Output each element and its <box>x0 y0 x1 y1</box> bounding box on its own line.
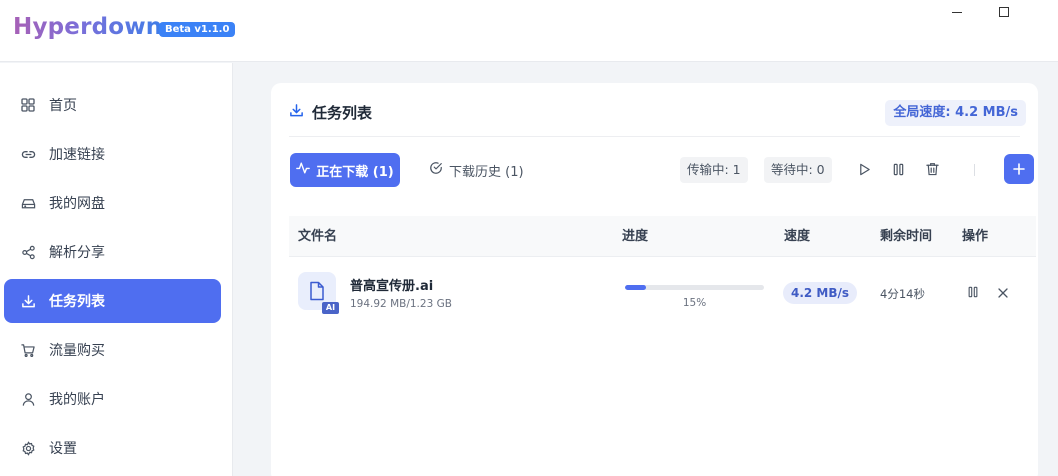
global-speed-badge: 全局速度: 4.2 MB/s <box>885 100 1026 126</box>
close-icon <box>998 283 1008 302</box>
pause-icon <box>892 161 905 180</box>
download-icon <box>20 293 36 309</box>
column-header-actions: 操作 <box>962 229 989 244</box>
activity-icon <box>296 161 316 179</box>
sidebar-item-label: 我的网盘 <box>49 196 105 212</box>
table-row: AI 普高宣传册.ai 194.92 MB/1.23 GB 15% 4.2 MB… <box>289 258 1036 328</box>
share-icon <box>20 244 36 260</box>
remaining-time: 4分14秒 <box>880 287 925 301</box>
sidebar-item-accelerate-link[interactable]: 加速链接 <box>4 132 221 176</box>
download-speed: 4.2 MB/s <box>783 282 858 304</box>
column-header-speed: 速度 <box>784 229 811 244</box>
progress-text: 15% <box>682 297 707 309</box>
link-icon <box>20 146 36 162</box>
add-task-button[interactable] <box>1004 154 1034 184</box>
pause-all-button[interactable] <box>887 159 909 181</box>
sidebar-item-my-account[interactable]: 我的账户 <box>4 377 221 421</box>
drive-icon <box>20 195 36 211</box>
play-icon <box>858 161 871 180</box>
minimize-icon[interactable] <box>947 4 967 20</box>
trash-icon <box>925 161 939 180</box>
sidebar-item-label: 任务列表 <box>49 294 105 310</box>
column-header-filename: 文件名 <box>298 229 338 244</box>
waiting-count: 等待中: 0 <box>764 157 832 183</box>
cart-icon <box>20 342 36 358</box>
sidebar-item-my-drive[interactable]: 我的网盘 <box>4 181 221 225</box>
table-header: 文件名 进度 速度 剩余时间 操作 <box>289 216 1036 257</box>
check-circle-icon <box>429 161 449 179</box>
sidebar-item-label: 设置 <box>49 441 77 457</box>
sidebar-item-label: 我的账户 <box>49 392 105 408</box>
start-all-button[interactable] <box>853 159 875 181</box>
sidebar-item-parse-share[interactable]: 解析分享 <box>4 230 221 274</box>
sidebar: 首页 加速链接 我的网盘 解析分享 任务列表 流量购买 我的账户 设置 <box>0 63 233 476</box>
divider <box>289 136 1020 137</box>
column-header-progress: 进度 <box>622 229 649 244</box>
pause-task-button[interactable] <box>965 284 981 300</box>
tab-download-history[interactable]: 下载历史 (1) <box>429 153 524 187</box>
panel-header: 任务列表 <box>289 102 372 123</box>
file-size: 194.92 MB/1.23 GB <box>350 298 452 310</box>
maximize-icon[interactable] <box>994 4 1014 20</box>
sidebar-item-settings[interactable]: 设置 <box>4 426 221 470</box>
grid-icon <box>20 97 36 113</box>
cancel-task-button[interactable] <box>995 284 1011 300</box>
sidebar-item-traffic-purchase[interactable]: 流量购买 <box>4 328 221 372</box>
delete-all-button[interactable] <box>921 159 943 181</box>
pause-icon <box>967 283 979 302</box>
sidebar-item-task-list[interactable]: 任务列表 <box>4 279 221 323</box>
download-icon <box>289 103 304 122</box>
version-badge: Beta v1.1.0 <box>159 22 236 37</box>
gear-icon <box>20 440 36 456</box>
file-type-badge: AI <box>322 302 339 314</box>
sidebar-item-label: 解析分享 <box>49 245 105 261</box>
app-logo: Hyperdown <box>13 14 163 40</box>
toolbar-divider <box>974 164 975 176</box>
progress-bar <box>625 285 764 290</box>
transferring-count: 传输中: 1 <box>680 157 748 183</box>
tab-label: 正在下载 (1) <box>316 164 394 180</box>
tab-downloading[interactable]: 正在下载 (1) <box>290 153 400 187</box>
file-name: 普高宣传册.ai <box>350 279 434 294</box>
progress-bar-fill <box>625 285 646 290</box>
page-title: 任务列表 <box>312 104 373 122</box>
user-icon <box>20 391 36 407</box>
title-bar: Hyperdown Beta v1.1.0 <box>0 0 1058 62</box>
sidebar-item-label: 加速链接 <box>49 147 105 163</box>
plus-icon <box>1013 160 1025 179</box>
sidebar-item-label: 流量购买 <box>49 343 105 359</box>
column-header-remaining: 剩余时间 <box>880 229 933 244</box>
sidebar-item-label: 首页 <box>49 98 77 114</box>
task-list-panel: 任务列表 全局速度: 4.2 MB/s 正在下载 (1) 下载历史 (1) 传输… <box>271 83 1038 476</box>
tab-label: 下载历史 (1) <box>449 164 524 180</box>
sidebar-item-home[interactable]: 首页 <box>4 83 221 127</box>
